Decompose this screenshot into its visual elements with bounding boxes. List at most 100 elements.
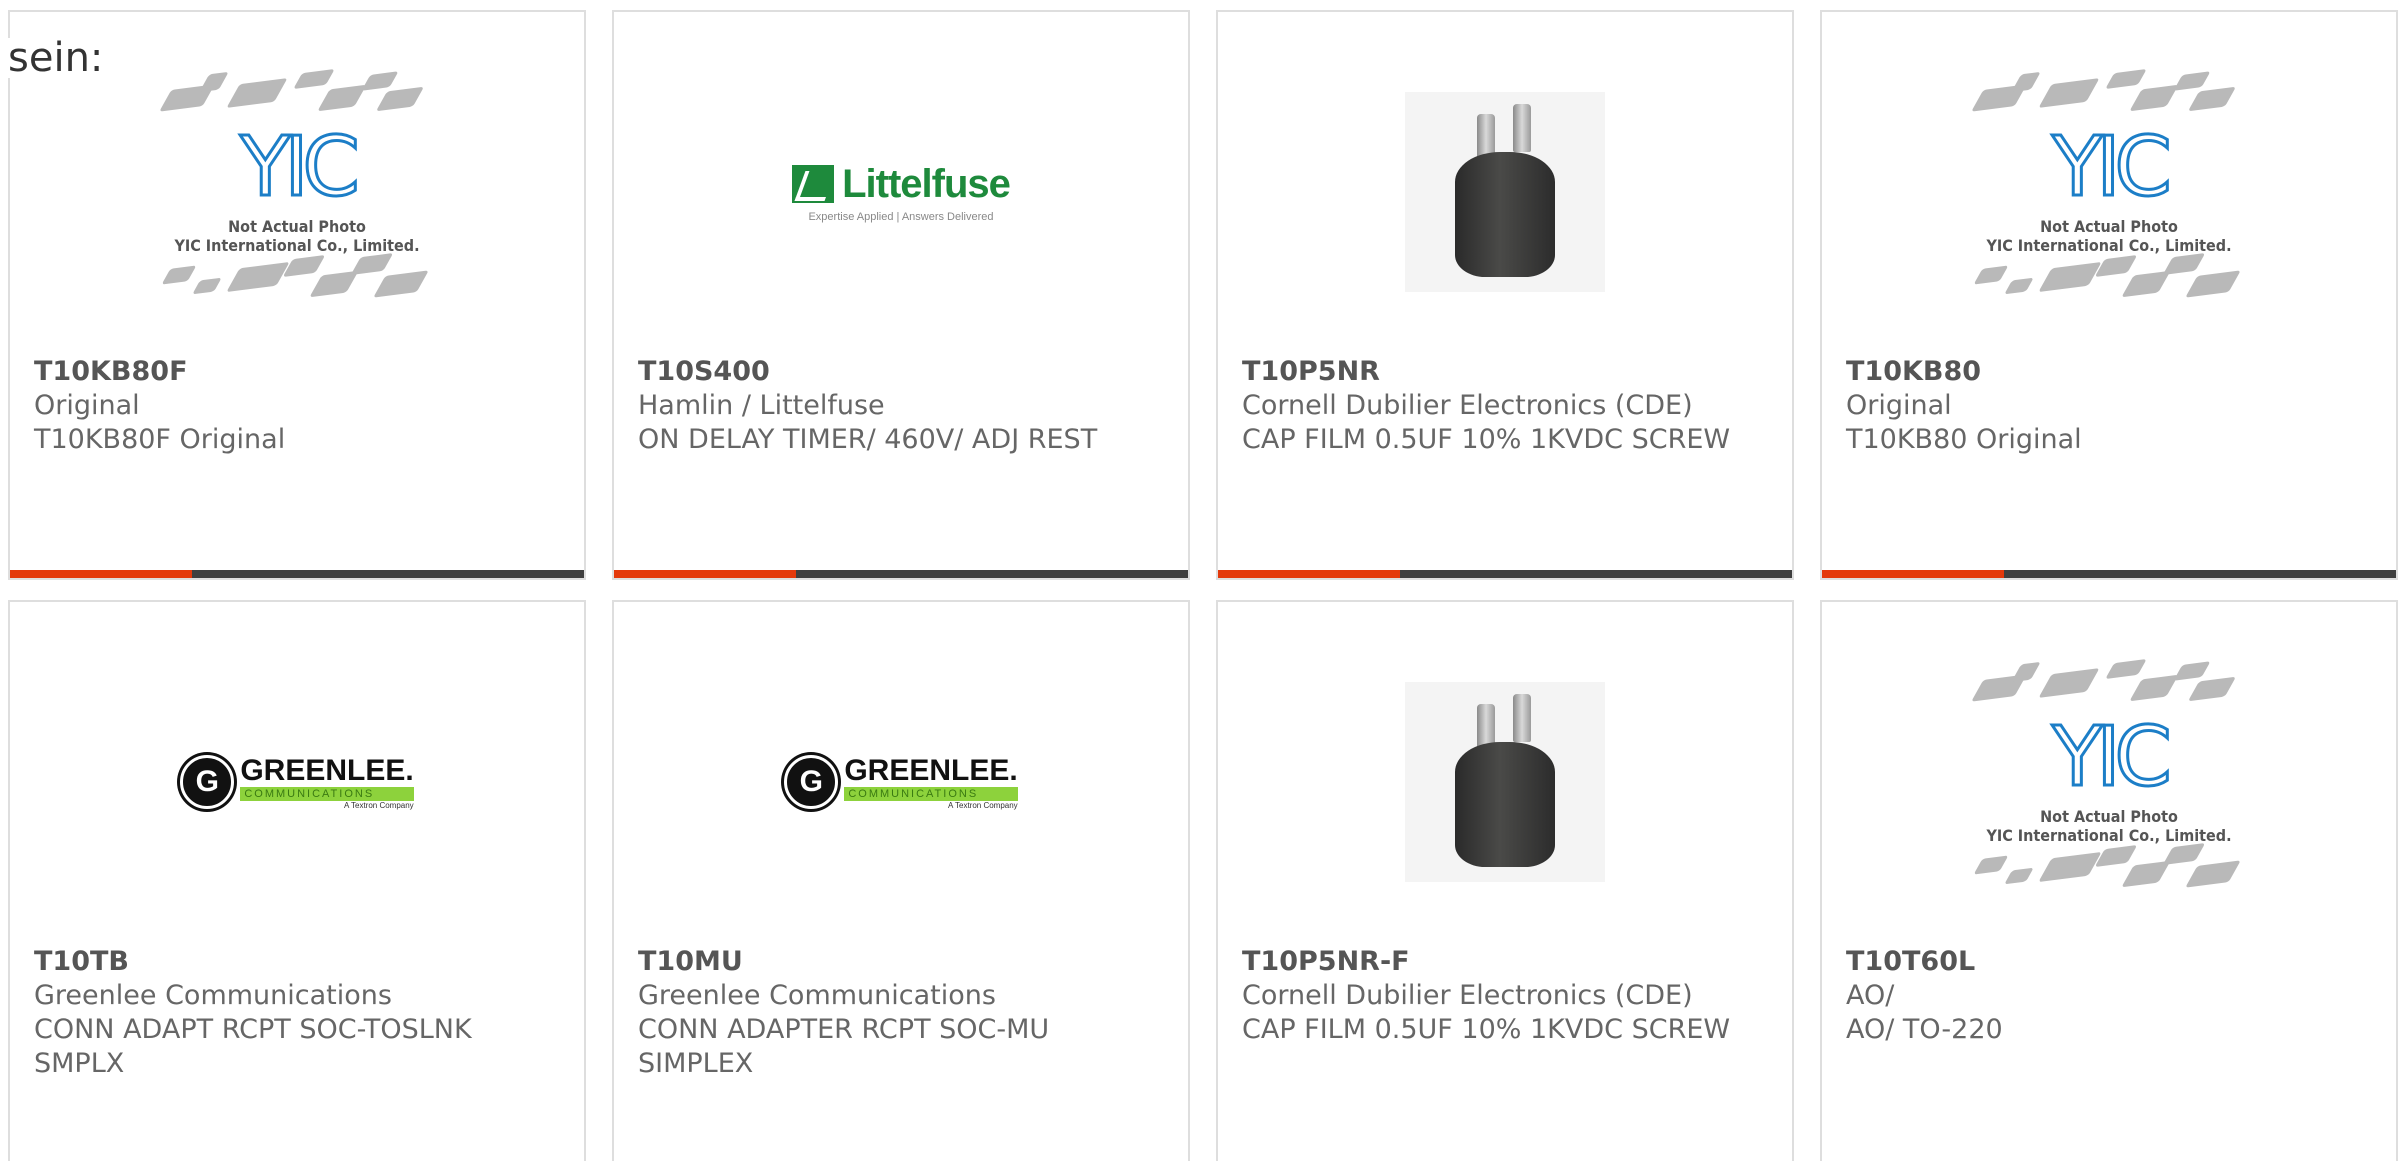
card-accent — [1822, 570, 2004, 578]
product-card[interactable]: YIC Not Actual Photo YIC International Co.… — [8, 10, 586, 580]
description: T10KB80F Original — [34, 424, 286, 455]
chip-graphic — [373, 270, 429, 298]
placeholder-image: YIC Not Actual Photo YIC International Co.… — [157, 67, 437, 317]
chip-graphic — [2129, 84, 2179, 112]
greenlee-wordmark: GREENLEE. — [844, 753, 1018, 787]
product-info: T10KB80 Original T10KB80 Original — [1846, 355, 2372, 457]
chip-graphic — [161, 265, 197, 285]
product-info: T10T60L AO/AO/ TO-220 — [1846, 945, 2372, 1047]
chip-graphic — [2105, 658, 2147, 680]
placeholder-line2: YIC International Co., Limited. — [1986, 826, 2232, 845]
product-card[interactable]: G GREENLEE. COMMUNICATIONS A Textron Compan… — [8, 600, 586, 1161]
product-card[interactable]: Littelfuse Expertise Applied | Answers De… — [612, 10, 1190, 580]
part-number-link[interactable]: T10S400 — [638, 355, 1164, 389]
capacitor-image — [1405, 92, 1605, 292]
product-image[interactable] — [1218, 42, 1792, 342]
product-image[interactable]: YIC Not Actual Photo YIC International Co.… — [1822, 632, 2396, 932]
chip-graphic — [226, 261, 290, 293]
part-number-link[interactable]: T10TB — [34, 945, 560, 979]
manufacturer: Original — [34, 390, 140, 421]
manufacturer: Cornell Dubilier Electronics (CDE) — [1242, 980, 1693, 1011]
product-card[interactable]: T10P5NR Cornell Dubilier Electronics (CDE… — [1216, 10, 1794, 580]
product-image[interactable]: YIC Not Actual Photo YIC International Co.… — [10, 42, 584, 342]
chip-graphic — [2011, 71, 2041, 93]
greenlee-parent: A Textron Company — [948, 800, 1018, 810]
chip-graphic — [1973, 855, 2009, 875]
placeholder-line1: Not Actual Photo — [2040, 217, 2178, 236]
page-fragment-text: sein: — [8, 38, 108, 78]
greenlee-parent: A Textron Company — [344, 800, 414, 810]
chip-graphic — [2038, 261, 2102, 293]
manufacturer: Greenlee Communications — [34, 980, 392, 1011]
description: CONN ADAPT RCPT SOC-TOSLNK SMPLX — [34, 1014, 472, 1079]
card-accent-bar — [1218, 570, 1792, 578]
product-info: T10S400 Hamlin / Littelfuse ON DELAY TIMER… — [638, 355, 1164, 457]
product-card[interactable]: T10P5NR-F Cornell Dubilier Electronics (C… — [1216, 600, 1794, 1161]
greenlee-logo: G GREENLEE. COMMUNICATIONS A Textron Compan… — [180, 754, 414, 810]
chip-graphic — [2162, 252, 2206, 275]
product-image[interactable]: Littelfuse Expertise Applied | Answers De… — [614, 42, 1188, 342]
chip-graphic — [2011, 661, 2041, 683]
card-accent-bar — [614, 570, 1188, 578]
description: CAP FILM 0.5UF 10% 1KVDC SCREW — [1242, 424, 1731, 455]
chip-graphic — [293, 68, 335, 90]
description: T10KB80 Original — [1846, 424, 2082, 455]
placeholder-line1: Not Actual Photo — [228, 217, 366, 236]
littelfuse-mark-icon — [792, 165, 835, 203]
product-card[interactable]: G GREENLEE. COMMUNICATIONS A Textron Compan… — [612, 600, 1190, 1161]
product-image[interactable]: YIC Not Actual Photo YIC International Co.… — [1822, 42, 2396, 342]
placeholder-caption: Not Actual Photo YIC International Co., L… — [1969, 217, 2249, 255]
part-number-link[interactable]: T10P5NR-F — [1242, 945, 1768, 979]
manufacturer: Greenlee Communications — [638, 980, 996, 1011]
part-number-link[interactable]: T10MU — [638, 945, 1164, 979]
chip-graphic — [199, 71, 229, 93]
greenlee-mark-icon: G — [180, 755, 235, 809]
card-accent — [10, 570, 192, 578]
chip-graphic — [2162, 843, 2206, 865]
manufacturer: AO/ — [1846, 980, 1895, 1011]
yic-logo: YIC — [2051, 120, 2174, 215]
card-accent — [1218, 570, 1400, 578]
product-card[interactable]: YIC Not Actual Photo YIC International Co.… — [1820, 10, 2398, 580]
chip-graphic — [2038, 78, 2100, 108]
product-image[interactable]: G GREENLEE. COMMUNICATIONS A Textron Compan… — [614, 632, 1188, 932]
placeholder-image: YIC Not Actual Photo YIC International Co.… — [1969, 657, 2249, 907]
product-image[interactable]: G GREENLEE. COMMUNICATIONS A Textron Compan… — [10, 632, 584, 932]
chip-graphic — [361, 71, 399, 91]
part-number-link[interactable]: T10T60L — [1846, 945, 2372, 979]
chip-graphic — [282, 254, 326, 277]
chip-graphic — [2173, 661, 2211, 681]
manufacturer: Original — [1846, 390, 1952, 421]
greenlee-logo: G GREENLEE. COMMUNICATIONS A Textron Compan… — [784, 753, 1018, 810]
card-accent-bar — [1822, 570, 2396, 578]
part-number-link[interactable]: T10KB80 — [1846, 355, 2372, 389]
littelfuse-wordmark: Littelfuse — [842, 161, 1011, 206]
chip-graphic — [2004, 867, 2034, 885]
chip-graphic — [2094, 845, 2138, 867]
chip-graphic — [2105, 68, 2147, 90]
description: ON DELAY TIMER/ 460V/ ADJ REST — [638, 424, 1098, 455]
chip-graphic — [192, 277, 222, 295]
chip-graphic — [2004, 277, 2034, 295]
yic-logo: YIC — [239, 120, 362, 215]
chip-graphic — [2187, 86, 2237, 112]
chip-graphic — [375, 86, 425, 112]
chip-graphic — [2038, 668, 2100, 698]
capacitor-image — [1405, 682, 1605, 882]
chip-graphic — [2038, 851, 2102, 883]
chip-graphic — [2173, 71, 2211, 91]
part-number-link[interactable]: T10P5NR — [1242, 355, 1768, 389]
chip-graphic — [2185, 860, 2241, 888]
product-card[interactable]: YIC Not Actual Photo YIC International Co.… — [1820, 600, 2398, 1161]
greenlee-subtitle: COMMUNICATIONS — [240, 786, 414, 801]
product-image[interactable] — [1218, 632, 1792, 932]
placeholder-caption: Not Actual Photo YIC International Co., L… — [1969, 807, 2249, 845]
card-accent — [614, 570, 796, 578]
littelfuse-logo: Littelfuse Expertise Applied | Answers De… — [792, 161, 1011, 223]
product-info: T10P5NR-F Cornell Dubilier Electronics (C… — [1242, 945, 1768, 1047]
chip-graphic — [350, 252, 394, 275]
product-info: T10MU Greenlee Communications CONN ADAPTER… — [638, 945, 1164, 1081]
capacitor-body — [1455, 152, 1555, 277]
placeholder-caption: Not Actual Photo YIC International Co., L… — [157, 217, 437, 255]
part-number-link[interactable]: T10KB80F — [34, 355, 560, 389]
